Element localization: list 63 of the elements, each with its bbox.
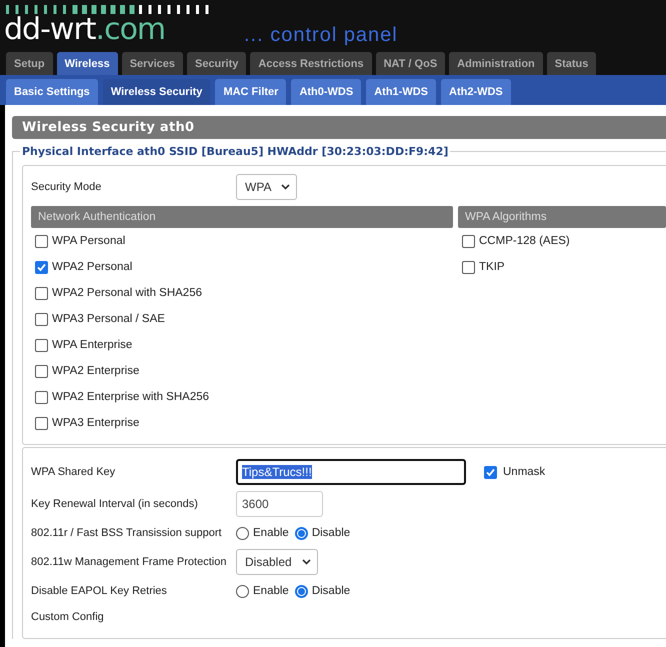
radio-label: Disable (312, 527, 350, 539)
checkbox[interactable] (35, 390, 48, 404)
shared-key-field[interactable]: Tips&Trucs!!! (236, 459, 466, 485)
checkbox[interactable] (35, 416, 48, 430)
sub-tab[interactable]: Basic Settings (6, 79, 98, 105)
setting-label: 802.11w Management Frame Protection (31, 556, 228, 568)
checkbox-label: WPA2 Personal (52, 261, 132, 273)
radio-label: Disable (312, 585, 350, 597)
sub-tab[interactable]: Ath1-WDS (366, 79, 436, 105)
sub-tab[interactable]: Ath2-WDS (441, 79, 511, 105)
checkbox-label: WPA3 Enterprise (52, 417, 140, 429)
main-tab[interactable]: Security (186, 52, 246, 75)
sub-tab[interactable]: Wireless Security (102, 79, 210, 105)
chevron-icon (302, 559, 311, 565)
chevron-icon (281, 184, 290, 190)
checkbox-label: WPA2 Enterprise (52, 365, 140, 377)
radio-button[interactable] (294, 526, 308, 540)
column-header: Network Authentication (31, 206, 453, 228)
checkbox-label: WPA2 Enterprise with SHA256 (52, 391, 210, 403)
setting-label: Security Mode (31, 181, 102, 193)
checkbox-label: CCMP-128 (AES) (479, 235, 570, 247)
main-tab[interactable]: Wireless (56, 52, 118, 75)
checkbox[interactable] (35, 312, 48, 326)
main-tab[interactable]: Setup (6, 52, 53, 75)
radio-label: Enable (253, 527, 289, 539)
radio-button[interactable] (236, 584, 249, 598)
column-header: WPA Algorithms (458, 206, 666, 228)
setting-label: 802.11r / Fast BSS Transission support (31, 527, 223, 539)
radio-label: Enable (253, 585, 289, 597)
setting-label: WPA Shared Key (31, 466, 116, 478)
radio-button[interactable] (294, 584, 308, 598)
checkbox-label: WPA Personal (52, 235, 126, 247)
sub-tab[interactable]: Ath0-WDS (291, 79, 362, 105)
main-tab[interactable]: Status (546, 52, 596, 75)
radio-button[interactable] (236, 526, 249, 540)
checkbox[interactable] (35, 260, 48, 274)
checkbox-label: WPA Enterprise (52, 339, 132, 351)
interface-legend: Physical Interface ath0 SSID [Bureau5] HWAddr [30:23:03:DD:F9:42] (20, 145, 450, 158)
checkbox[interactable] (462, 234, 475, 248)
checkbox[interactable] (35, 286, 48, 300)
checkbox-label: Unmask (503, 466, 546, 478)
security-mode-dropdown[interactable]: WPA (236, 174, 298, 200)
select-dropdown[interactable]: Disabled (236, 549, 318, 575)
setting-label: Disable EAPOL Key Retries (31, 585, 168, 597)
main-tab[interactable]: Administration (449, 52, 543, 75)
interval-field[interactable]: 3600 (236, 491, 323, 517)
main-tab[interactable]: Services (122, 52, 183, 75)
checkbox[interactable] (35, 364, 48, 378)
checkbox[interactable] (35, 338, 48, 352)
logo: dd-wrt.com (4, 12, 166, 48)
checkbox-label: TKIP (479, 261, 505, 273)
sub-tab[interactable]: MAC Filter (215, 79, 286, 105)
checkbox[interactable] (462, 260, 475, 274)
setting-label: Custom Config (31, 611, 105, 623)
checkbox[interactable] (484, 466, 497, 478)
main-tab[interactable]: NAT / QoS (376, 52, 446, 75)
section-title: Wireless Security ath0 (12, 116, 666, 139)
checkbox-label: WPA3 Personal / SAE (52, 313, 165, 325)
checkbox-label: WPA2 Personal with SHA256 (52, 287, 202, 299)
main-tab[interactable]: Access Restrictions (250, 52, 372, 75)
tagline: ... control panel (244, 24, 398, 47)
setting-label: Key Renewal Interval (in seconds) (31, 498, 199, 510)
checkbox[interactable] (35, 234, 48, 248)
